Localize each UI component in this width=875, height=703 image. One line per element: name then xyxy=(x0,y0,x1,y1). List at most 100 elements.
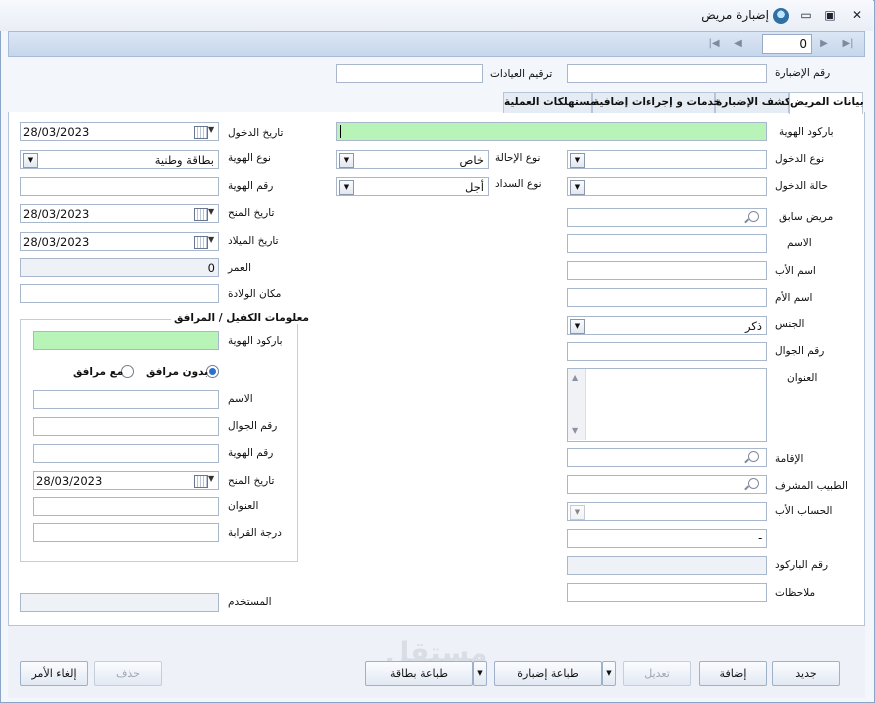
patient-name-input[interactable] xyxy=(567,234,767,253)
id-type-select[interactable]: ▼ بطاقة وطنية xyxy=(20,150,219,169)
residence-input[interactable] xyxy=(567,448,767,467)
entry-date-label: تاريخ الدخول xyxy=(228,127,284,139)
tab-operation-consumables[interactable]: مستهلكات العملية xyxy=(503,92,596,113)
entry-status-label: حالة الدخول xyxy=(775,180,829,192)
calendar-icon[interactable] xyxy=(194,126,208,139)
app-icon xyxy=(773,8,789,24)
caret-down-icon[interactable]: ▼ xyxy=(208,207,214,216)
clinic-number-input[interactable] xyxy=(336,64,483,83)
mobile-label: رقم الجوال xyxy=(775,345,825,357)
delete-button[interactable]: حذف xyxy=(94,661,162,686)
guarantor-mobile-input[interactable] xyxy=(33,417,219,436)
last-record-icon[interactable]: ▶| xyxy=(839,36,857,52)
title-bar: إضبارة مريض ▭ ▣ ✕ xyxy=(0,0,873,31)
minimize-icon[interactable]: ▭ xyxy=(798,7,814,23)
new-button[interactable]: جديد xyxy=(772,661,840,686)
print-record-dropdown-icon[interactable]: ▼ xyxy=(602,661,616,686)
supervising-doctor-input[interactable] xyxy=(567,475,767,494)
issue-date-picker[interactable]: 28/03/2023 ▼ xyxy=(20,204,219,223)
chevron-down-icon: ▼ xyxy=(570,180,585,195)
user-field xyxy=(20,593,219,612)
tab-patient-data[interactable]: بيانات المريض xyxy=(789,92,864,114)
guarantor-name-input[interactable] xyxy=(33,390,219,409)
tab-additional-services[interactable]: خدمات و إجراءات إضافية xyxy=(592,92,721,113)
entry-type-select[interactable]: ▼ xyxy=(567,150,767,169)
search-icon[interactable] xyxy=(748,478,759,489)
birth-date-label: تاريخ الميلاد xyxy=(228,235,279,247)
scroll-up-icon[interactable]: ▲ xyxy=(572,373,578,382)
id-number-input[interactable] xyxy=(20,177,219,196)
cancel-button[interactable]: إلغاء الأمر xyxy=(20,661,88,686)
residence-label: الإقامة xyxy=(775,453,804,465)
search-icon[interactable] xyxy=(748,211,759,222)
mobile-input[interactable] xyxy=(567,342,767,361)
father-account-select: ▼ xyxy=(567,502,767,521)
mother-name-input[interactable] xyxy=(567,288,767,307)
guarantor-issue-date-picker[interactable]: 28/03/2023 ▼ xyxy=(33,471,219,490)
account-dash-value: - xyxy=(758,531,763,545)
first-record-icon[interactable]: |◀ xyxy=(705,36,723,52)
window-title: إضبارة مريض xyxy=(701,8,769,22)
chevron-down-icon: ▼ xyxy=(339,180,354,195)
caret-down-icon[interactable]: ▼ xyxy=(208,474,214,483)
without-companion-label[interactable]: بدون مرافق xyxy=(146,366,208,378)
patient-barcode-input[interactable] xyxy=(336,122,767,141)
user-label: المستخدم xyxy=(228,596,272,608)
guarantor-group-title: معلومات الكفيل / المرافق xyxy=(171,312,313,324)
calendar-icon[interactable] xyxy=(194,475,208,488)
edit-button[interactable]: تعديل xyxy=(623,661,691,686)
guarantor-barcode-input[interactable] xyxy=(33,331,219,350)
with-companion-label[interactable]: مع مرافق xyxy=(73,366,123,378)
record-index-input[interactable]: 0 xyxy=(762,34,812,54)
address-scrollbar[interactable]: ▲ ▼ xyxy=(568,369,586,440)
birth-date-value: 28/03/2023 xyxy=(23,235,90,249)
father-name-input[interactable] xyxy=(567,261,767,280)
guarantor-id-number-input[interactable] xyxy=(33,444,219,463)
chevron-down-icon: ▼ xyxy=(570,153,585,168)
guarantor-address-input[interactable] xyxy=(33,497,219,516)
gender-select[interactable]: ▼ ذكر xyxy=(567,316,767,335)
entry-type-label: نوع الدخول xyxy=(775,153,825,165)
referral-type-label: نوع الإحالة xyxy=(495,152,541,164)
birth-date-picker[interactable]: 28/03/2023 ▼ xyxy=(20,232,219,251)
entry-status-select[interactable]: ▼ xyxy=(567,177,767,196)
guarantor-mobile-label: رقم الجوال xyxy=(228,420,278,432)
chevron-down-icon: ▼ xyxy=(570,505,585,520)
birthplace-input[interactable] xyxy=(20,284,219,303)
chevron-down-icon: ▼ xyxy=(339,153,354,168)
father-account-label: الحساب الأب xyxy=(775,505,833,517)
notes-input[interactable] xyxy=(567,583,767,602)
calendar-icon[interactable] xyxy=(194,208,208,221)
restore-icon[interactable]: ▣ xyxy=(822,7,838,23)
calendar-icon[interactable] xyxy=(194,236,208,249)
next-record-icon[interactable]: ▶ xyxy=(815,36,833,52)
referral-type-select[interactable]: ▼ خاص xyxy=(336,150,489,169)
caret-down-icon[interactable]: ▼ xyxy=(208,235,214,244)
entry-date-picker[interactable]: 28/03/2023 ▼ xyxy=(20,122,219,141)
previous-patient-input[interactable] xyxy=(567,208,767,227)
guarantor-name-label: الاسم xyxy=(228,393,253,405)
print-card-button[interactable]: طباعة بطاقة xyxy=(365,661,473,686)
add-button[interactable]: إضافة xyxy=(699,661,767,686)
search-icon[interactable] xyxy=(748,451,759,462)
guarantor-issue-date-label: تاريخ المنح xyxy=(228,475,275,487)
account-dash-input[interactable]: - xyxy=(567,529,767,548)
print-card-dropdown-icon[interactable]: ▼ xyxy=(473,661,487,686)
scroll-down-icon[interactable]: ▼ xyxy=(572,426,578,435)
payment-type-select[interactable]: ▼ أجل xyxy=(336,177,489,196)
print-record-button[interactable]: طباعة إضبارة xyxy=(494,661,602,686)
clinic-number-label: ترقيم العيادات xyxy=(490,68,553,80)
barcode-number-input xyxy=(567,556,767,575)
relation-degree-input[interactable] xyxy=(33,523,219,542)
record-number-input[interactable] xyxy=(567,64,767,83)
address-textarea[interactable] xyxy=(567,368,767,442)
tab-record-sheet[interactable]: كشف الإضبارة xyxy=(715,92,791,113)
close-icon[interactable]: ✕ xyxy=(849,7,865,23)
caret-down-icon[interactable]: ▼ xyxy=(208,125,214,134)
previous-record-icon[interactable]: ◀ xyxy=(729,36,747,52)
guarantor-issue-date-value: 28/03/2023 xyxy=(36,474,103,488)
payment-type-label: نوع السداد xyxy=(495,178,542,190)
supervising-doctor-label: الطبيب المشرف xyxy=(775,480,848,492)
entry-date-value: 28/03/2023 xyxy=(23,125,90,139)
father-name-label: اسم الأب xyxy=(775,265,816,277)
